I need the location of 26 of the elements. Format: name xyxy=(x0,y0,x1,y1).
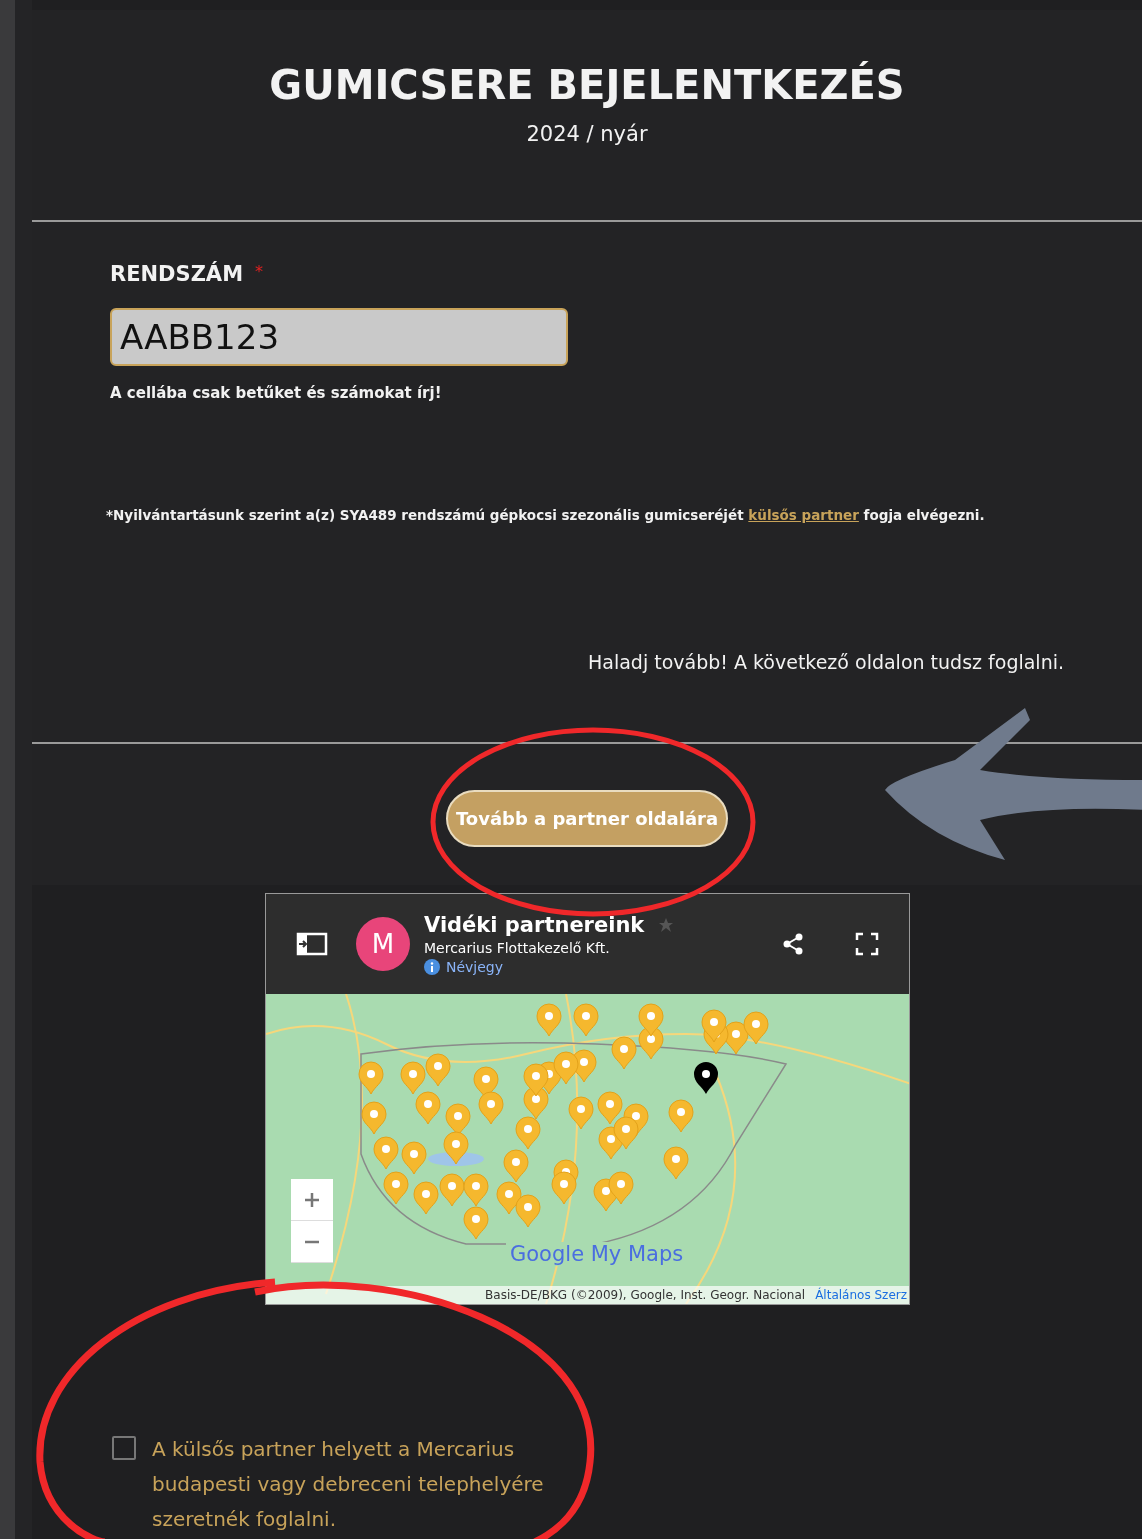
field-hint: A cellába csak betűket és számokat írj! xyxy=(110,384,443,402)
fullscreen-icon xyxy=(855,932,879,956)
checkbox-label: A külsős partner helyett a Mercarius budapesti vagy debreceni telephelyére szeretnék foglalni. xyxy=(152,1436,545,1533)
required-mark: * xyxy=(255,262,264,281)
share-icon xyxy=(781,932,805,956)
page-title: GUMICSERE BEJELENTKEZÉS xyxy=(269,62,905,108)
sidebar-toggle-icon xyxy=(296,931,328,957)
partner-link[interactable]: külsős partner xyxy=(748,507,859,523)
map-title: Vidéki partnereink xyxy=(424,913,645,937)
plus-icon xyxy=(304,1191,320,1208)
share-button[interactable] xyxy=(781,932,805,956)
plate-input-field[interactable]: AABB123 xyxy=(110,308,568,366)
minus-icon xyxy=(304,1239,320,1244)
attribution-text: Basis-DE/BKG (©2009), Google, Inst. Geogr. Nacional xyxy=(485,1288,806,1302)
notice-text: *Nyilvántartásunk szerint a(z) SYA489 rendszámú gépkocsi szezonális gumicseréjét külsős partner fogja elvégezni. xyxy=(106,507,986,523)
star-icon xyxy=(658,917,675,933)
map-owner: Mercarius Flottakezelő Kft. xyxy=(424,940,611,956)
season-subtitle: 2024 / nyár xyxy=(526,122,648,146)
field-label: RENDSZÁM xyxy=(110,262,244,286)
avatar-circle: M xyxy=(356,917,410,971)
next-step-text: Haladj tovább! A következő oldalon tudsz foglalni. xyxy=(588,651,1064,673)
about-link[interactable]: Névjegy xyxy=(446,959,504,975)
info-icon xyxy=(424,959,440,975)
fullscreen-button[interactable] xyxy=(855,932,879,956)
terms-link[interactable]: Általános Szerz xyxy=(815,1288,907,1302)
checkbox[interactable] xyxy=(112,1436,136,1460)
